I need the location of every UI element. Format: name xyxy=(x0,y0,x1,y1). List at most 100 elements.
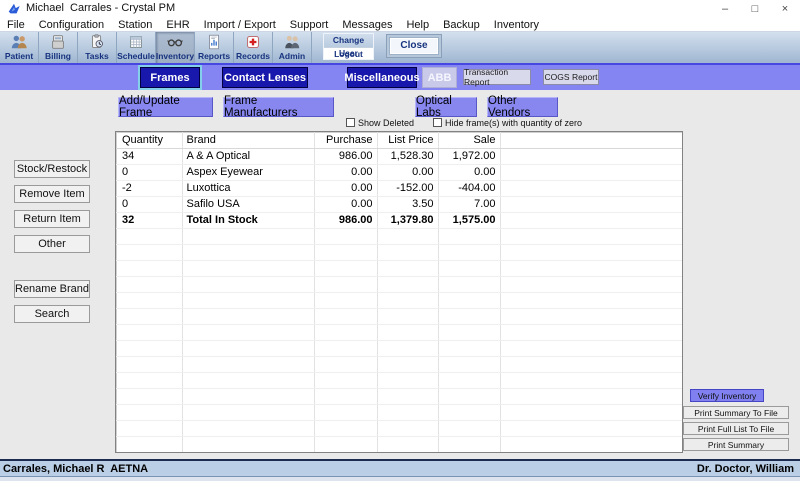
return-item-button[interactable]: Return Item xyxy=(14,210,90,228)
tab-abb: ABB xyxy=(422,67,457,88)
verify-inventory-button[interactable]: Verify Inventory xyxy=(690,389,764,402)
table-cell: 3.50 xyxy=(377,196,438,212)
table-empty-cell xyxy=(116,388,182,404)
maximize-button[interactable]: □ xyxy=(740,0,770,18)
column-header-purchase: Purchase xyxy=(314,132,377,148)
toolbar-reports-button[interactable]: Reports xyxy=(195,32,234,64)
close-button[interactable]: Close xyxy=(390,38,438,54)
table-empty-cell xyxy=(500,404,682,420)
table-empty-cell xyxy=(438,244,500,260)
toolbar-records-button[interactable]: Records xyxy=(234,32,273,64)
table-empty-cell xyxy=(314,324,377,340)
menu-item-support[interactable]: Support xyxy=(283,19,336,31)
patient-status-label: Carrales, Michael R AETNA xyxy=(3,463,148,475)
toolbar-button-label: Patient xyxy=(5,51,33,61)
tab-contact-lenses[interactable]: Contact Lenses xyxy=(222,67,308,88)
table-empty-cell xyxy=(377,388,438,404)
table-row[interactable]: 32Total In Stock986.001,379.801,575.00 xyxy=(116,212,682,228)
table-empty-cell xyxy=(438,388,500,404)
close-window-button[interactable]: × xyxy=(770,0,800,18)
table-empty-row xyxy=(116,292,682,308)
toolbar-admin-button[interactable]: Admin xyxy=(273,32,312,64)
table-empty-cell xyxy=(377,340,438,356)
other-vendors-button[interactable]: Other Vendors xyxy=(487,97,558,117)
toolbar-inventory-button[interactable]: Inventory xyxy=(156,32,195,64)
menu-item-configuration[interactable]: Configuration xyxy=(32,19,111,31)
minimize-button[interactable]: – xyxy=(710,0,740,18)
show-deleted-checkbox[interactable]: Show Deleted xyxy=(346,117,414,128)
table-empty-row xyxy=(116,388,682,404)
table-cell: A & A Optical xyxy=(182,148,314,164)
table-empty-row xyxy=(116,420,682,436)
column-header-list-price: List Price xyxy=(377,132,438,148)
inventory-table[interactable]: QuantityBrandPurchaseList PriceSale34A &… xyxy=(116,132,683,453)
table-empty-cell xyxy=(116,324,182,340)
billing-icon xyxy=(49,33,67,51)
frame-manufacturers-button[interactable]: Frame Manufacturers xyxy=(223,97,334,117)
print-summary-to-file-button[interactable]: Print Summary To File xyxy=(683,406,789,419)
tab-miscellaneous[interactable]: Miscellaneous xyxy=(347,67,417,88)
search-button[interactable]: Search xyxy=(14,305,90,323)
table-empty-cell xyxy=(314,276,377,292)
table-row[interactable]: 0Aspex Eyewear0.000.000.00 xyxy=(116,164,682,180)
stock-restock-button[interactable]: Stock/Restock xyxy=(14,160,90,178)
table-empty-cell xyxy=(438,340,500,356)
app-logo-icon xyxy=(7,2,21,16)
table-empty-cell xyxy=(116,436,182,452)
table-row[interactable]: 0Safilo USA0.003.507.00 xyxy=(116,196,682,212)
menu-item-help[interactable]: Help xyxy=(399,19,436,31)
checkbox-icon[interactable] xyxy=(346,118,355,127)
window-bottom-edge xyxy=(0,477,800,481)
add-update-frame-button[interactable]: Add/Update Frame xyxy=(118,97,213,117)
toolbar-billing-button[interactable]: Billing xyxy=(39,32,78,64)
logout-button[interactable]: Logout xyxy=(324,47,373,59)
menu-item-backup[interactable]: Backup xyxy=(436,19,487,31)
menu-item-import-export[interactable]: Import / Export xyxy=(197,19,283,31)
toolbar-buttons: Patient BillingTasksScheduleInventoryRepo… xyxy=(0,32,312,64)
toolbar-button-label: Reports xyxy=(198,51,230,61)
table-empty-cell xyxy=(500,308,682,324)
table-cell xyxy=(500,164,682,180)
table-empty-cell xyxy=(438,420,500,436)
print-full-list-to-file-button[interactable]: Print Full List To File xyxy=(683,422,789,435)
table-empty-cell xyxy=(500,388,682,404)
change-user-button[interactable]: Change User xyxy=(324,34,373,47)
window-controls: – □ × xyxy=(710,0,800,18)
table-cell: 0.00 xyxy=(314,180,377,196)
checkbox-icon[interactable] xyxy=(433,118,442,127)
table-empty-cell xyxy=(438,276,500,292)
table-empty-cell xyxy=(500,372,682,388)
toolbar-tasks-button[interactable]: Tasks xyxy=(78,32,117,64)
table-cell xyxy=(500,212,682,228)
transaction-report-button[interactable]: Transaction Report xyxy=(463,69,531,85)
window-title: Michael Carrales - Crystal PM xyxy=(26,2,175,14)
table-cell: Total In Stock xyxy=(182,212,314,228)
table-row[interactable]: -2Luxottica0.00-152.00-404.00 xyxy=(116,180,682,196)
menu-item-station[interactable]: Station xyxy=(111,19,159,31)
table-empty-cell xyxy=(182,388,314,404)
table-empty-cell xyxy=(314,356,377,372)
toolbar-schedule-button[interactable]: Schedule xyxy=(117,32,156,64)
tab-frames[interactable]: Frames xyxy=(140,67,200,88)
remove-item-button[interactable]: Remove Item xyxy=(14,185,90,203)
print-summary-button[interactable]: Print Summary xyxy=(683,438,789,451)
other-button[interactable]: Other xyxy=(14,235,90,253)
table-cell: 0.00 xyxy=(314,196,377,212)
hide-zero-quantity-checkbox[interactable]: Hide frame(s) with quantity of zero xyxy=(433,117,582,128)
table-empty-cell xyxy=(500,356,682,372)
table-cell: 1,379.80 xyxy=(377,212,438,228)
table-cell: 986.00 xyxy=(314,212,377,228)
menu-item-messages[interactable]: Messages xyxy=(335,19,399,31)
table-row[interactable]: 34A & A Optical986.001,528.301,972.00 xyxy=(116,148,682,164)
cogs-report-button[interactable]: COGS Report xyxy=(543,69,599,85)
status-bar: Carrales, Michael R AETNA Dr. Doctor, Wi… xyxy=(0,459,800,477)
menu-item-ehr[interactable]: EHR xyxy=(159,19,196,31)
toolbar-patient-button[interactable]: Patient xyxy=(0,32,39,64)
optical-labs-button[interactable]: Optical Labs xyxy=(415,97,477,117)
table-cell: 0 xyxy=(116,196,182,212)
inventory-table-panel: QuantityBrandPurchaseList PriceSale34A &… xyxy=(115,131,683,453)
rename-brand-button[interactable]: Rename Brand xyxy=(14,280,90,298)
menu-item-file[interactable]: File xyxy=(0,19,32,31)
table-empty-cell xyxy=(182,404,314,420)
menu-item-inventory[interactable]: Inventory xyxy=(487,19,546,31)
